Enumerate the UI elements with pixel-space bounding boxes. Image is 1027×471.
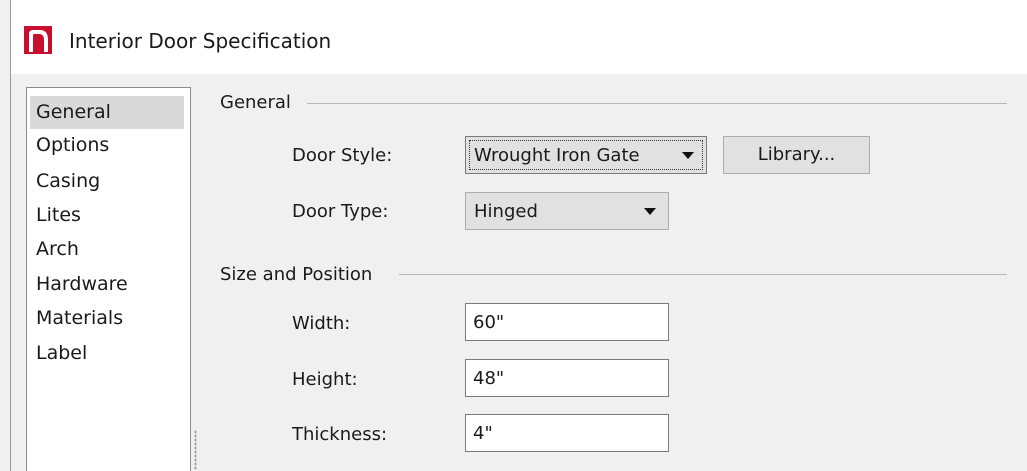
general-group-title: General (220, 92, 291, 113)
sidebar-item-lites[interactable]: Lites (30, 199, 184, 232)
general-group-divider (307, 103, 1007, 104)
door-style-dropdown[interactable]: Wrought Iron Gate (465, 136, 707, 174)
size-position-group-title: Size and Position (220, 264, 373, 285)
height-label: Height: (292, 369, 358, 390)
door-type-dropdown[interactable]: Hinged (465, 192, 669, 230)
chevron-down-icon (644, 208, 656, 215)
height-value: 48" (473, 368, 505, 389)
width-input[interactable]: 60" (465, 303, 669, 341)
library-button[interactable]: Library... (723, 136, 870, 174)
sidebar-item-casing[interactable]: Casing (30, 165, 184, 198)
size-position-group-divider (399, 274, 1007, 275)
dialog-window: Interior Door Specification General Opti… (10, 0, 1027, 471)
door-style-label: Door Style: (292, 145, 393, 166)
window-title: Interior Door Specification (69, 29, 332, 53)
sidebar-item-options[interactable]: Options (30, 129, 184, 162)
sidebar-item-label[interactable]: Label (30, 337, 184, 370)
door-style-value: Wrought Iron Gate (474, 145, 640, 166)
thickness-input[interactable]: 4" (465, 414, 669, 452)
sidebar-item-general[interactable]: General (30, 96, 184, 129)
sidebar-item-arch[interactable]: Arch (30, 233, 184, 266)
sidebar-item-hardware[interactable]: Hardware (30, 268, 184, 301)
thickness-label: Thickness: (292, 424, 388, 445)
splitter-grip[interactable] (194, 430, 197, 470)
height-input[interactable]: 48" (465, 359, 669, 397)
title-bar[interactable]: Interior Door Specification (11, 0, 1027, 74)
width-label: Width: (292, 313, 351, 334)
thickness-value: 4" (473, 423, 493, 444)
sidebar-item-materials[interactable]: Materials (30, 302, 184, 335)
chevron-down-icon (682, 152, 694, 159)
app-icon (24, 26, 52, 54)
door-type-label: Door Type: (292, 201, 389, 222)
door-type-value: Hinged (474, 201, 538, 222)
width-value: 60" (473, 312, 505, 333)
category-list[interactable]: General Options Casing Lites Arch Hardwa… (26, 87, 191, 471)
